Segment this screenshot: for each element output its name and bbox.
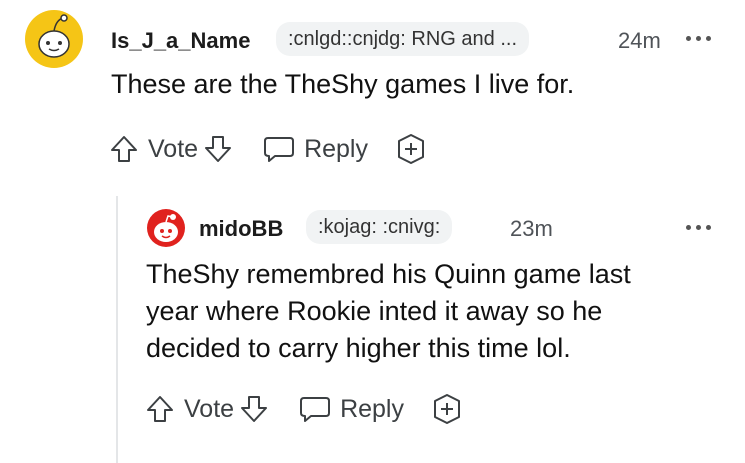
award-plus-icon[interactable] — [430, 392, 464, 426]
comment-actions: Vote Reply — [144, 392, 464, 426]
vote-label: Vote — [184, 394, 235, 423]
reply-button[interactable]: Reply — [262, 133, 368, 165]
snoo-avatar-icon — [38, 14, 70, 58]
reply-bubble-icon — [300, 397, 331, 422]
upvote-icon[interactable] — [108, 133, 140, 165]
downvote-icon[interactable] — [202, 133, 234, 165]
snoo-avatar-icon — [154, 214, 178, 242]
avatar[interactable] — [147, 209, 185, 247]
comment-actions: Vote Reply — [108, 132, 428, 166]
comment-body: These are the TheShy games I live for. — [111, 69, 575, 99]
more-options-icon[interactable] — [686, 36, 711, 41]
thread-line — [116, 196, 118, 463]
user-flair: :cnlgd::cnjdg: RNG and ... — [276, 22, 530, 56]
vote-label: Vote — [148, 134, 199, 163]
downvote-icon[interactable] — [238, 393, 270, 425]
username[interactable]: Is_J_a_Name — [111, 28, 250, 54]
timestamp: 24m — [618, 28, 661, 53]
award-plus-icon[interactable] — [394, 132, 428, 166]
upvote-icon[interactable] — [144, 393, 176, 425]
username[interactable]: midoBB — [199, 216, 283, 242]
reply-label: Reply — [340, 394, 404, 423]
timestamp: 23m — [510, 216, 553, 241]
more-options-icon[interactable] — [686, 225, 711, 230]
reply-bubble-icon — [264, 137, 295, 162]
avatar[interactable] — [25, 10, 83, 68]
reply-button[interactable]: Reply — [298, 393, 404, 425]
user-flair: :kojag: :cnivg: — [306, 210, 453, 244]
comment-body: TheShy remembred his Quinn game last yea… — [146, 259, 631, 363]
reply-label: Reply — [304, 134, 368, 163]
